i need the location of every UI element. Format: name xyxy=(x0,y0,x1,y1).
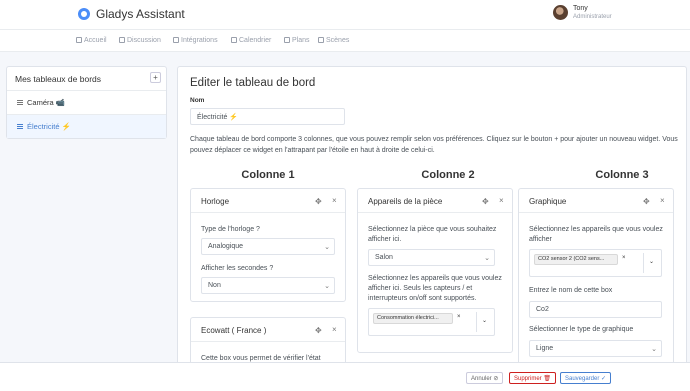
list-icon xyxy=(17,100,23,105)
chevron-down-icon[interactable]: ⌄ xyxy=(649,258,654,265)
grid-icon xyxy=(173,37,179,43)
column-3-title: Colonne 3 xyxy=(595,169,649,181)
devices-multiselect[interactable]: Consommation électrici... × ⌄ xyxy=(368,308,495,336)
widget-title: Ecowatt ( France ) xyxy=(201,326,267,335)
gladys-logo-icon[interactable] xyxy=(78,8,90,20)
cancel-icon: ⊘ xyxy=(493,376,499,382)
chart-name-input[interactable]: Co2 xyxy=(529,301,662,318)
editor-description: Chaque tableau de bord comporte 3 colonn… xyxy=(190,136,678,154)
trash-icon: 🗑 xyxy=(543,376,551,382)
divider xyxy=(643,253,644,273)
cancel-button[interactable]: Annuler ⊘ xyxy=(466,372,504,384)
chevron-down-icon[interactable]: ⌄ xyxy=(482,317,487,324)
action-footer: Annuler ⊘ Supprimer 🗑 Sauvegarder ✓ xyxy=(0,362,690,391)
user-name[interactable]: Tony xyxy=(573,5,588,12)
widget-header: Appareils de la pièce ✥ × xyxy=(358,189,512,213)
move-icon[interactable]: ✥ xyxy=(315,197,322,206)
dashboard-list: Mes tableaux de bords + Caméra 📹 Électri… xyxy=(6,66,167,139)
devices-select-label: Sélectionnez les appareils que vous voul… xyxy=(368,275,502,302)
nav-item-integrations[interactable]: Intégrations xyxy=(173,37,218,44)
check-icon: ✓ xyxy=(601,376,607,382)
dashboard-list-title: Mes tableaux de bords xyxy=(15,74,101,84)
clock-type-label: Type de l'horloge ? xyxy=(201,226,260,233)
close-icon[interactable]: × xyxy=(332,196,337,205)
remove-tag-icon[interactable]: × xyxy=(457,314,461,320)
play-icon xyxy=(318,37,324,43)
widget-card-chart: Graphique ✥ × Sélectionnez les appareils… xyxy=(518,188,674,391)
widget-title: Appareils de la pièce xyxy=(368,197,443,206)
nav-item-discussion[interactable]: Discussion xyxy=(119,37,161,44)
column-2-title: Colonne 2 xyxy=(421,169,475,181)
show-seconds-label: Afficher les secondes ? xyxy=(201,265,274,272)
close-icon[interactable]: × xyxy=(660,196,665,205)
add-dashboard-button[interactable]: + xyxy=(150,72,161,83)
message-icon xyxy=(119,37,125,43)
chart-devices-label: Sélectionnez les appareils que vous voul… xyxy=(529,226,663,243)
sidebar-item-camera[interactable]: Caméra 📹 xyxy=(7,90,166,114)
widget-card-clock: Horloge ✥ × Type de l'horloge ? Analogiq… xyxy=(190,188,346,302)
chart-devices-multiselect[interactable]: CO2 sensor 2 (CO2 sens... × ⌄ xyxy=(529,249,662,277)
chart-type-select[interactable]: Ligne ⌄ xyxy=(529,340,662,357)
nav-item-scenes[interactable]: Scènes xyxy=(318,37,349,44)
home-icon xyxy=(76,37,82,43)
dashboard-name-input[interactable]: Électricité ⚡ xyxy=(190,108,345,125)
dashboard-editor: Editer le tableau de bord Nom Électricit… xyxy=(177,66,687,391)
delete-button[interactable]: Supprimer 🗑 xyxy=(509,372,556,384)
chevron-down-icon: ⌄ xyxy=(324,244,330,251)
chevron-down-icon: ⌄ xyxy=(484,255,490,262)
ecowatt-description: Cette box vous permet de vérifier l'état xyxy=(201,355,321,362)
remove-tag-icon[interactable]: × xyxy=(622,255,626,261)
room-select[interactable]: Salon ⌄ xyxy=(368,249,495,266)
name-label: Nom xyxy=(190,97,205,104)
page-title: Editer le tableau de bord xyxy=(190,77,316,89)
clock-type-select[interactable]: Analogique ⌄ xyxy=(201,238,335,255)
app-title[interactable]: Gladys Assistant xyxy=(96,7,185,21)
chart-name-label: Entrez le nom de cette box xyxy=(529,287,613,294)
move-icon[interactable]: ✥ xyxy=(315,326,322,335)
divider xyxy=(476,312,477,332)
user-role: Administrateur xyxy=(573,14,612,20)
save-button[interactable]: Sauvegarder ✓ xyxy=(560,372,612,384)
move-icon[interactable]: ✥ xyxy=(643,197,650,206)
device-tag: Consommation électrici... xyxy=(373,313,453,324)
top-bar: Gladys Assistant Tony Administrateur xyxy=(0,0,690,30)
widget-title: Horloge xyxy=(201,197,230,206)
widget-header: Ecowatt ( France ) ✥ × xyxy=(191,318,345,342)
widget-title: Graphique xyxy=(529,197,567,206)
widget-card-room-devices: Appareils de la pièce ✥ × Sélectionnez l… xyxy=(357,188,513,353)
widget-header: Horloge ✥ × xyxy=(191,189,345,213)
close-icon[interactable]: × xyxy=(499,196,504,205)
move-icon[interactable]: ✥ xyxy=(482,197,489,206)
show-seconds-select[interactable]: Non ⌄ xyxy=(201,277,335,294)
chart-type-label: Sélectionner le type de graphique xyxy=(529,326,634,333)
sidebar-item-electricite[interactable]: Électricité ⚡ xyxy=(7,114,166,138)
map-icon xyxy=(284,37,290,43)
list-icon xyxy=(17,124,23,129)
widget-header: Graphique ✥ × xyxy=(519,189,673,213)
room-select-label: Sélectionnez la pièce que vous souhaitez… xyxy=(368,226,497,243)
chevron-down-icon: ⌄ xyxy=(651,346,657,353)
nav-item-calendrier[interactable]: Calendrier xyxy=(231,37,271,44)
device-tag: CO2 sensor 2 (CO2 sens... xyxy=(534,254,618,265)
close-icon[interactable]: × xyxy=(332,325,337,334)
chevron-down-icon: ⌄ xyxy=(324,283,330,290)
main-nav: Accueil Discussion Intégrations Calendri… xyxy=(0,30,690,52)
nav-item-plans[interactable]: Plans xyxy=(284,37,310,44)
nav-item-accueil[interactable]: Accueil xyxy=(76,37,107,44)
avatar[interactable] xyxy=(553,5,568,20)
calendar-icon xyxy=(231,37,237,43)
column-1-title: Colonne 1 xyxy=(241,169,295,181)
